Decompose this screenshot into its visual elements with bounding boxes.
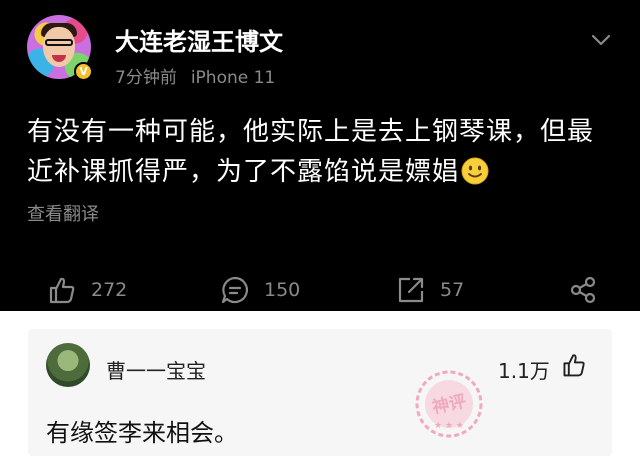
thumbs-up-icon (49, 277, 75, 304)
share-button[interactable] (568, 272, 612, 308)
repost-icon (398, 277, 424, 303)
like-count: 272 (91, 279, 128, 301)
translate-link[interactable]: 查看翻译 (27, 200, 99, 226)
commenter-avatar[interactable] (46, 343, 90, 387)
comment-like-count: 1.1万 (498, 359, 550, 383)
comment-item[interactable]: 曹一一宝宝 1.1万 有缘签李来相会。 神评 ★ ★ ★ (28, 329, 612, 456)
post-meta: 7分钟前 iPhone 11 (115, 63, 275, 88)
repost-button[interactable]: 57 (396, 272, 464, 308)
like-button[interactable]: 272 (47, 272, 127, 308)
avatar-glasses (45, 39, 73, 46)
hot-comments-section: 曹一一宝宝 1.1万 有缘签李来相会。 神评 ★ ★ ★ (0, 311, 640, 469)
repost-count: 57 (440, 279, 465, 301)
post-time: 7分钟前 (115, 68, 177, 88)
svg-text:★ ★ ★: ★ ★ ★ (434, 421, 464, 431)
verified-badge-icon: V (74, 62, 93, 81)
post-device: iPhone 11 (190, 68, 276, 88)
comment-button[interactable]: 150 (220, 272, 300, 308)
post-content: 有没有一种可能，他实际上是去上钢琴课，但最近补课抓得严，为了不露馅说是嫖娼 (27, 112, 607, 192)
post-text: 有没有一种可能，他实际上是去上钢琴课，但最近补课抓得严，为了不露馅说是嫖娼 (27, 117, 595, 187)
weibo-post: V 大连老湿王博文 7分钟前 iPhone 11 有没有一种可能，他实际上是去上钢… (0, 0, 640, 311)
comment-bubble-icon (221, 276, 249, 304)
share-icon (570, 276, 596, 304)
chevron-down-icon[interactable] (590, 32, 612, 48)
comment-text: 有缘签李来相会。 (46, 419, 238, 447)
smiley-emoji-icon (461, 157, 489, 185)
god-comment-stamp-icon: 神评 ★ ★ ★ (415, 370, 483, 438)
author-name[interactable]: 大连老湿王博文 (115, 22, 283, 57)
comment-count: 150 (264, 279, 301, 301)
thumbs-up-icon[interactable] (561, 352, 587, 378)
commenter-name[interactable]: 曹一一宝宝 (106, 355, 206, 384)
action-bar: 272 150 57 (0, 272, 640, 308)
